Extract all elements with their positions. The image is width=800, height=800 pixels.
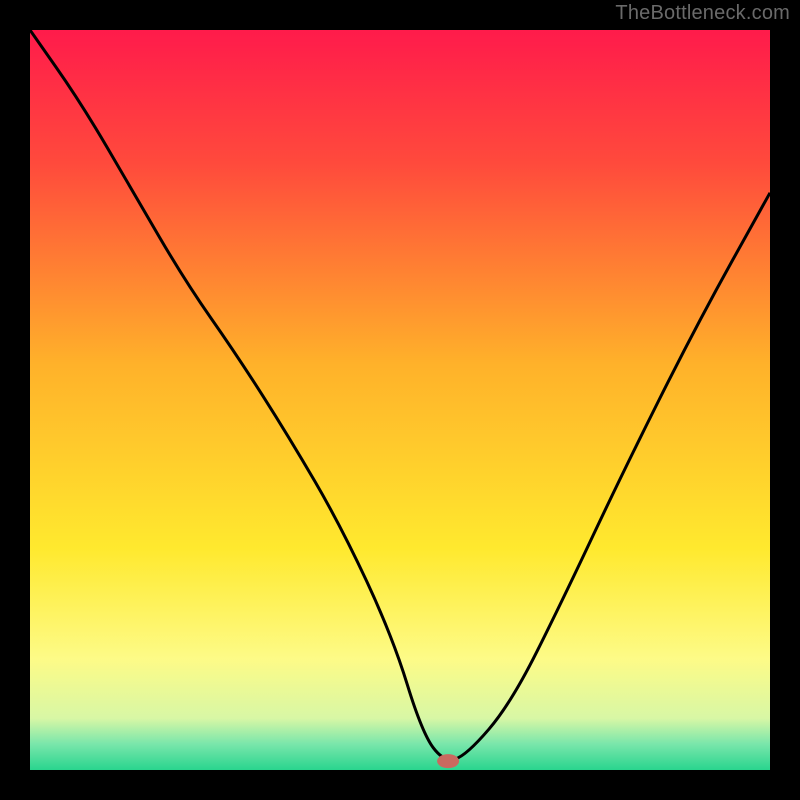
plot-area [30, 30, 770, 770]
sweet-spot-marker [437, 754, 459, 768]
chart-svg [30, 30, 770, 770]
attribution-text: TheBottleneck.com [615, 2, 790, 25]
chart-frame: TheBottleneck.com [0, 0, 800, 800]
